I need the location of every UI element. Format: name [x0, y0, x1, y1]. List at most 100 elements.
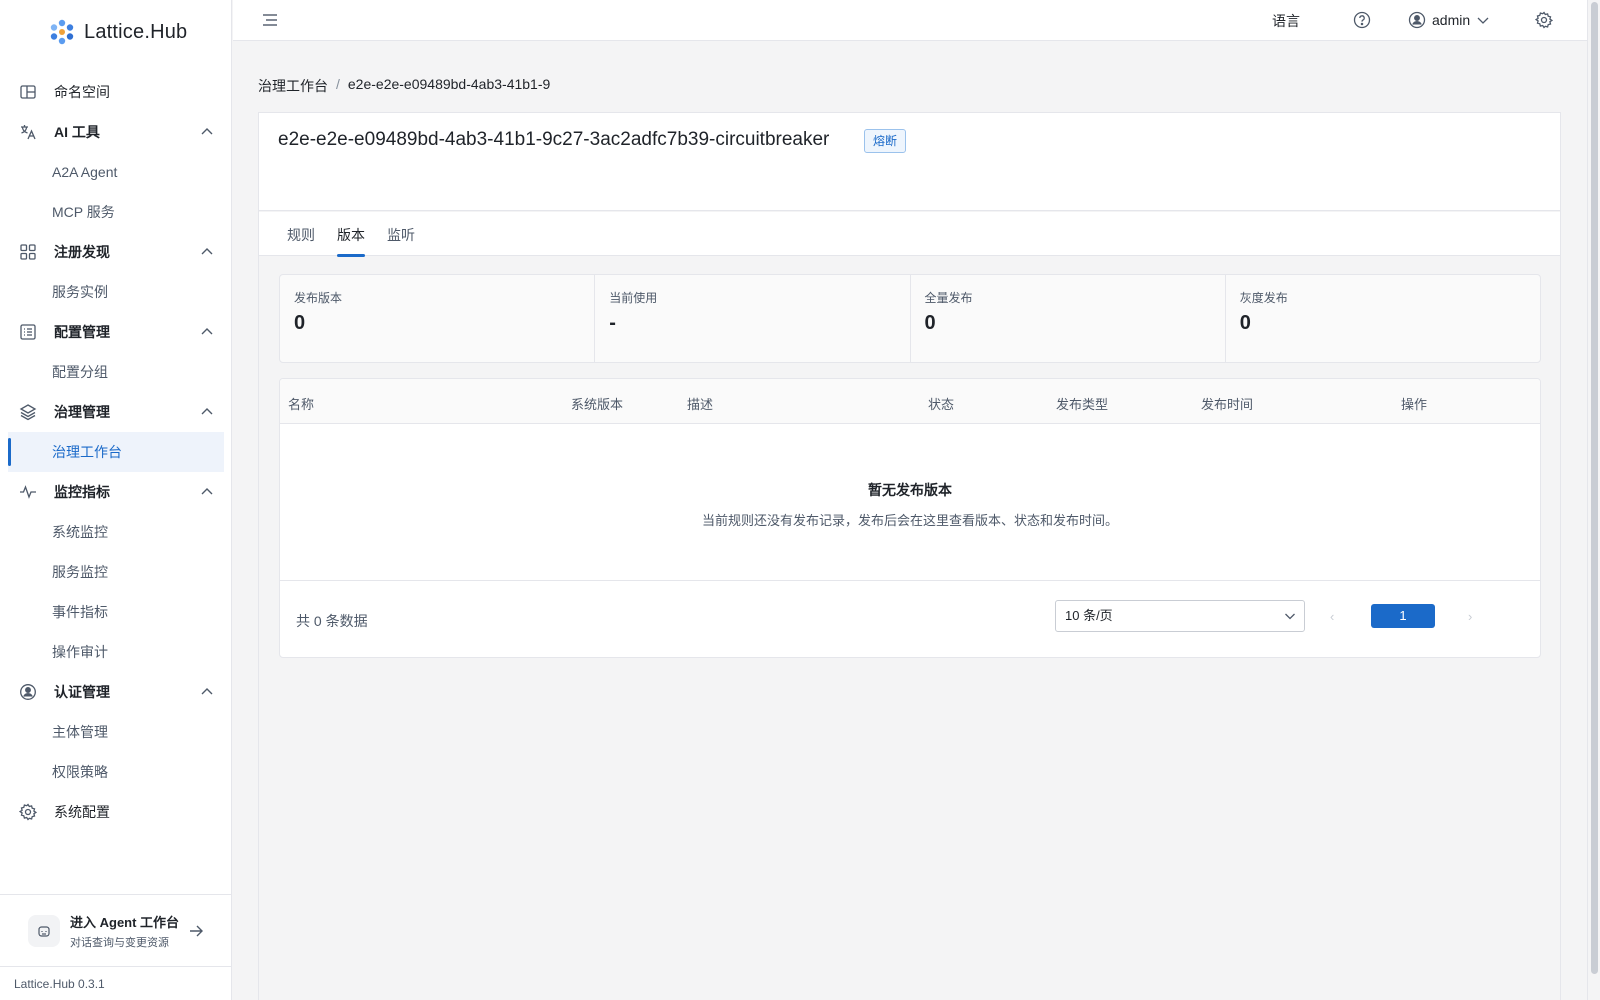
- rule-type-badge: 熔断: [864, 129, 907, 153]
- stat-value: -: [609, 312, 616, 334]
- chevron-down-icon: [1285, 613, 1295, 620]
- user-circle-icon: [18, 682, 38, 702]
- version-stats: 发布版本 0 当前使用 - 全量发布 0 灰度发布 0: [279, 274, 1541, 363]
- sidebar-item-system-settings[interactable]: 系统配置: [0, 792, 232, 832]
- sidebar-item-mcp-service[interactable]: MCP 服务: [0, 192, 232, 232]
- sidebar-group-monitoring[interactable]: 监控指标: [0, 472, 232, 512]
- user-menu[interactable]: admin: [1408, 9, 1490, 31]
- list-icon: [18, 322, 38, 342]
- tab-versions[interactable]: 版本: [337, 225, 365, 257]
- rule-header: e2e-e2e-e09489bd-4ab3-41b1-9c27-3ac2adfc…: [259, 113, 1560, 211]
- gear-icon: [18, 802, 38, 822]
- sidebar-item-governance-workbench[interactable]: 治理工作台: [8, 432, 224, 472]
- settings-gear-icon[interactable]: [1535, 11, 1553, 29]
- sidebar-item-policies[interactable]: 权限策略: [0, 752, 232, 792]
- column-header: 描述: [687, 397, 714, 412]
- chevron-up-icon: [201, 408, 213, 415]
- sidebar-nav: 命名空间 AI 工具 A2A Agent MCP 服务 注册发现 服务实例 配置…: [0, 72, 232, 832]
- stat-label: 当前使用: [609, 291, 658, 305]
- next-page-button[interactable]: ›: [1468, 609, 1472, 624]
- stat-label: 灰度发布: [1239, 291, 1288, 305]
- topbar: 语言 admin: [233, 0, 1587, 41]
- agent-entry-subtitle: 对话查询与变更资源: [70, 936, 169, 949]
- menu-toggle-icon[interactable]: [261, 11, 279, 29]
- sidebar-group-ai-tools[interactable]: AI 工具: [0, 112, 232, 152]
- sidebar-item-service-monitor[interactable]: 服务监控: [0, 552, 232, 592]
- empty-state-title: 暂无发布版本: [868, 482, 952, 498]
- breadcrumb-root[interactable]: 治理工作台: [258, 76, 328, 96]
- sidebar-item-label: 认证管理: [54, 684, 110, 700]
- agent-workbench-entry[interactable]: 进入 Agent 工作台 对话查询与变更资源: [0, 894, 232, 966]
- chevron-up-icon: [201, 128, 213, 135]
- sidebar-group-governance[interactable]: 治理管理: [0, 392, 232, 432]
- sidebar-item-namespace[interactable]: 命名空间: [0, 72, 232, 112]
- sidebar-item-event-metrics[interactable]: 事件指标: [0, 592, 232, 632]
- chevron-up-icon: [201, 488, 213, 495]
- prev-page-button[interactable]: ‹: [1330, 609, 1334, 624]
- sidebar-item-label: 注册发现: [54, 244, 110, 260]
- page-size-select[interactable]: 10 条/页: [1055, 600, 1305, 632]
- arrow-right-icon: [190, 925, 203, 937]
- stat-published-versions: 发布版本 0: [280, 275, 596, 362]
- pagination: 共 0 条数据 10 条/页 ‹ 1 ›: [280, 581, 1540, 657]
- rule-detail-panel: e2e-e2e-e09489bd-4ab3-41b1-9c27-3ac2adfc…: [258, 112, 1561, 1000]
- help-icon[interactable]: [1353, 11, 1371, 29]
- sidebar-item-label: AI 工具: [54, 124, 100, 140]
- sidebar-item-label: 配置管理: [54, 324, 110, 340]
- sidebar-item-label: 系统配置: [54, 804, 110, 820]
- breadcrumb-current: e2e-e2e-e09489bd-4ab3-41b1-9: [347, 76, 551, 92]
- detail-tabs: 规则 版本 监听: [259, 212, 1560, 257]
- table-header: 名称 系统版本 描述 状态 发布类型 发布时间 操作: [280, 379, 1540, 424]
- app-version: Lattice.Hub 0.3.1: [0, 966, 232, 1000]
- sidebar-item-label: 命名空间: [54, 84, 110, 100]
- sidebar-item-service-instances[interactable]: 服务实例: [0, 272, 232, 312]
- column-header: 名称: [288, 397, 315, 412]
- translate-icon: [18, 122, 38, 142]
- grid-icon: [18, 242, 38, 262]
- chevron-down-icon: [1477, 17, 1489, 24]
- sidebar-item-label: 监控指标: [54, 484, 110, 500]
- language-switch[interactable]: 语言: [1272, 11, 1300, 31]
- stat-gray-release: 灰度发布 0: [1226, 275, 1540, 362]
- sidebar: Lattice.Hub 命名空间 AI 工具 A2A Agent MCP 服务 …: [0, 0, 232, 1000]
- sidebar-group-auth[interactable]: 认证管理: [0, 672, 232, 712]
- namespace-icon: [18, 82, 38, 102]
- sidebar-item-audit-log[interactable]: 操作审计: [0, 632, 232, 672]
- stat-value: 0: [924, 312, 936, 334]
- stat-value: 0: [294, 312, 306, 334]
- tab-rules[interactable]: 规则: [287, 225, 315, 245]
- sidebar-item-config-groups[interactable]: 配置分组: [0, 352, 232, 392]
- agent-entry-title: 进入 Agent 工作台: [70, 914, 180, 930]
- tab-listeners[interactable]: 监听: [387, 225, 415, 245]
- scrollbar-thumb[interactable]: [1591, 2, 1598, 974]
- breadcrumb-separator: /: [336, 76, 340, 92]
- lattice-logo-icon: [50, 19, 74, 45]
- sidebar-item-a2a-agent[interactable]: A2A Agent: [0, 152, 232, 192]
- page-scrollbar[interactable]: [1587, 0, 1600, 1000]
- total-count: 共 0 条数据: [296, 613, 368, 629]
- sidebar-group-config[interactable]: 配置管理: [0, 312, 232, 352]
- stat-full-release: 全量发布 0: [911, 275, 1226, 362]
- user-name: admin: [1432, 12, 1471, 28]
- column-header: 发布类型: [1056, 397, 1109, 412]
- column-header: 系统版本: [571, 397, 624, 412]
- column-header: 操作: [1401, 397, 1428, 412]
- brand-logo[interactable]: Lattice.Hub: [48, 16, 187, 48]
- chevron-up-icon: [201, 688, 213, 695]
- sidebar-group-registry[interactable]: 注册发现: [0, 232, 232, 272]
- page-size-value: 10 条/页: [1065, 608, 1113, 623]
- stat-label: 全量发布: [924, 291, 973, 305]
- layers-icon: [18, 402, 38, 422]
- chevron-up-icon: [201, 248, 213, 255]
- sidebar-item-principals[interactable]: 主体管理: [0, 712, 232, 752]
- user-avatar-icon: [1408, 11, 1426, 29]
- column-header: 发布时间: [1201, 397, 1254, 412]
- sidebar-item-label: 治理管理: [54, 404, 110, 420]
- column-header: 状态: [928, 397, 955, 412]
- page-title: e2e-e2e-e09489bd-4ab3-41b1-9c27-3ac2adfc…: [278, 129, 830, 150]
- sidebar-item-system-monitor[interactable]: 系统监控: [0, 512, 232, 552]
- page-button-current[interactable]: 1: [1371, 604, 1435, 628]
- breadcrumb: 治理工作台 / e2e-e2e-e09489bd-4ab3-41b1-9: [258, 76, 550, 96]
- versions-table: 名称 系统版本 描述 状态 发布类型 发布时间 操作 暂无发布版本 当前规则还没…: [279, 378, 1541, 658]
- robot-icon: [28, 914, 60, 947]
